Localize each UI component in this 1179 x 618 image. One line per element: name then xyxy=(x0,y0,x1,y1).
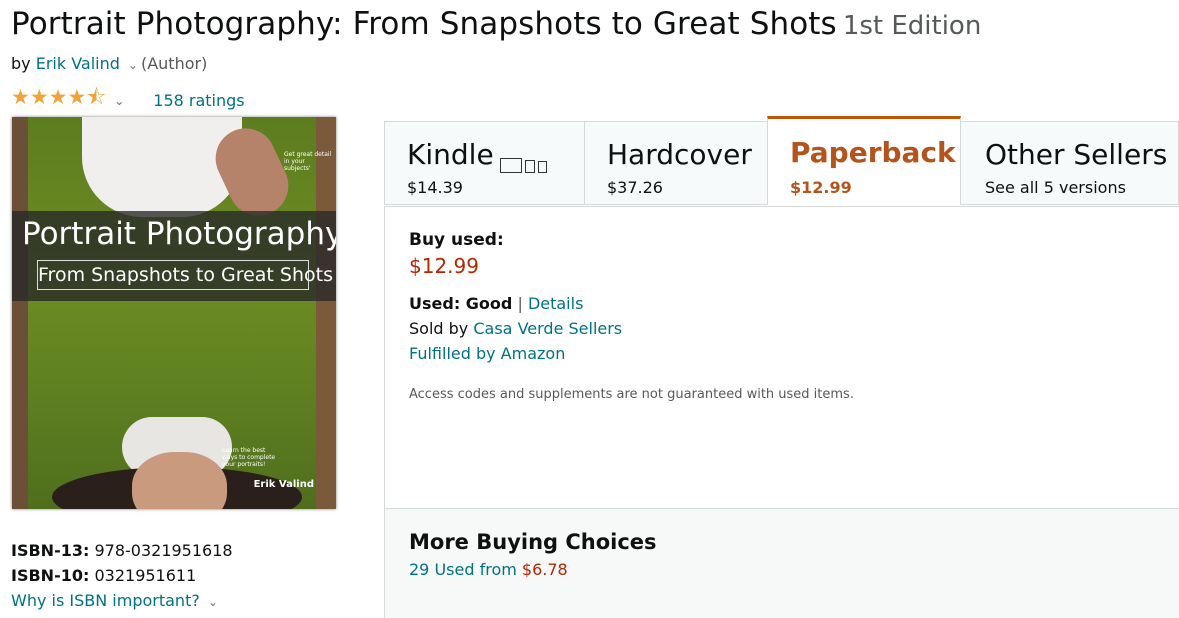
tab-kindle-label: Kindle xyxy=(407,138,494,171)
cover-wood-left xyxy=(12,117,28,509)
used-items-note: Access codes and supplements are not gua… xyxy=(409,387,854,402)
tab-other-sellers[interactable]: Other Sellers See all 5 versions xyxy=(960,121,1179,205)
more-buying-choices: More Buying Choices 29 Used from $6.78 xyxy=(384,508,1179,618)
separator: | xyxy=(517,294,523,313)
more-buying-heading: More Buying Choices xyxy=(409,530,657,554)
sold-by-label: Sold by xyxy=(409,319,469,338)
phone-icon xyxy=(537,160,547,173)
condition-label: Used: Good xyxy=(409,294,513,313)
isbn13-value: 978-0321951618 xyxy=(94,541,233,560)
why-isbn-label[interactable]: Why is ISBN important? xyxy=(11,591,200,610)
used-offers-link[interactable]: 29 Used from xyxy=(409,560,517,579)
tab-other-sellers-link[interactable]: See all 5 versions xyxy=(985,178,1126,197)
cover-title: Portrait Photography xyxy=(22,216,336,252)
isbn10-value: 0321951611 xyxy=(94,566,197,585)
book-cover-image[interactable]: Portrait Photography From Snapshots to G… xyxy=(12,117,336,509)
chevron-down-icon[interactable]: ⌄ xyxy=(208,595,218,609)
author-link[interactable]: Erik Valind xyxy=(36,54,120,73)
cover-tip-top: Get great detail in your subjects' xyxy=(284,151,332,172)
cover-face xyxy=(132,452,227,509)
used-offers-row[interactable]: 29 Used from $6.78 xyxy=(409,560,568,579)
fulfilled-by-amazon-link[interactable]: Fulfilled by Amazon xyxy=(409,344,565,363)
tab-kindle[interactable]: Kindle $14.39 xyxy=(384,121,585,205)
tab-other-sellers-label: Other Sellers xyxy=(985,138,1168,171)
sold-by-row: Sold by Casa Verde Sellers xyxy=(409,319,622,338)
half-star-icon: ⯪ xyxy=(86,85,107,109)
cover-wood-right xyxy=(316,117,336,509)
star-rating-icon[interactable]: ★★★★⯪ xyxy=(11,83,106,118)
seller-link[interactable]: Casa Verde Sellers xyxy=(473,319,622,338)
cover-subtitle: From Snapshots to Great Shots xyxy=(37,260,333,290)
details-link[interactable]: Details xyxy=(528,294,583,313)
tab-hardcover-label: Hardcover xyxy=(607,138,752,171)
buy-used-price: $12.99 xyxy=(409,254,479,278)
tab-paperback[interactable]: Paperback $12.99 xyxy=(767,116,961,204)
tab-paperback-price: $12.99 xyxy=(790,178,852,197)
why-isbn-link[interactable]: Why is ISBN important? ⌄ xyxy=(11,591,221,610)
byline: by Erik Valind ⌄ (Author) xyxy=(11,54,207,73)
used-from-price: $6.78 xyxy=(521,560,568,579)
device-icons xyxy=(499,140,550,173)
product-title-block: Portrait Photography: From Snapshots to … xyxy=(11,6,981,42)
isbn10-row: ISBN-10: 0321951611 xyxy=(11,566,196,585)
product-title: Portrait Photography: From Snapshots to … xyxy=(11,6,837,42)
isbn10-label: ISBN-10: xyxy=(11,566,90,585)
cover-author: Erik Valind xyxy=(253,479,314,490)
tab-kindle-price: $14.39 xyxy=(407,178,463,197)
rating-row: ★★★★⯪ ⌄ 158 ratings xyxy=(11,83,245,110)
isbn13-label: ISBN-13: xyxy=(11,541,90,560)
chevron-down-icon[interactable]: ⌄ xyxy=(114,94,124,108)
tab-paperback-label: Paperback xyxy=(790,136,956,169)
tab-hardcover[interactable]: Hardcover $37.26 xyxy=(584,121,768,205)
chevron-down-icon[interactable]: ⌄ xyxy=(128,58,138,72)
edition-label: 1st Edition xyxy=(842,11,982,41)
laptop-icon xyxy=(499,157,522,173)
buy-used-heading: Buy used: xyxy=(409,230,504,250)
cover-tip-bottom: Learn the best ways to complete your por… xyxy=(222,447,276,468)
by-label: by xyxy=(11,54,31,73)
tablet-icon xyxy=(524,159,535,173)
tab-hardcover-price: $37.26 xyxy=(607,178,663,197)
ratings-count-link[interactable]: 158 ratings xyxy=(153,91,244,110)
condition-row: Used: Good | Details xyxy=(409,294,583,313)
author-role: (Author) xyxy=(140,54,208,73)
isbn13-row: ISBN-13: 978-0321951618 xyxy=(11,541,233,560)
